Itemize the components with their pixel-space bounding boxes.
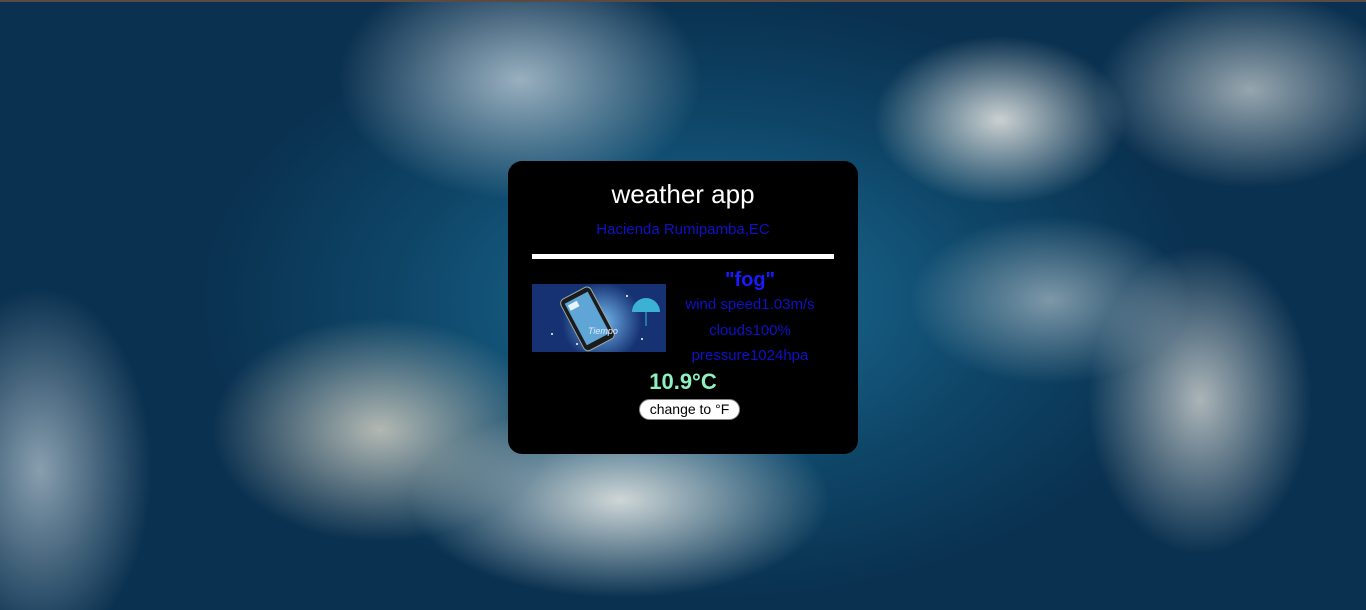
- change-unit-button[interactable]: change to °F: [639, 399, 740, 420]
- weather-card: weather app Hacienda Rumipamba,EC Tiempo…: [508, 161, 858, 454]
- clouds-label: clouds100%: [709, 321, 791, 339]
- pressure-label: pressure1024hpa: [691, 347, 809, 364]
- weather-image-icon: Tiempo: [532, 284, 666, 352]
- weather-image-caption: Tiempo: [588, 326, 618, 336]
- weather-description: "fog": [724, 269, 776, 291]
- divider: [532, 254, 834, 259]
- weather-details: "fog" wind speed1.03m/s clouds100% press…: [676, 268, 824, 369]
- wind-speed-label: wind speed1.03m/s: [685, 296, 815, 313]
- location-label: Hacienda Rumipamba,EC: [596, 221, 770, 238]
- temperature-value: 10.9°C: [649, 369, 717, 394]
- top-border-line: [0, 0, 1366, 2]
- app-title: weather app: [611, 179, 755, 209]
